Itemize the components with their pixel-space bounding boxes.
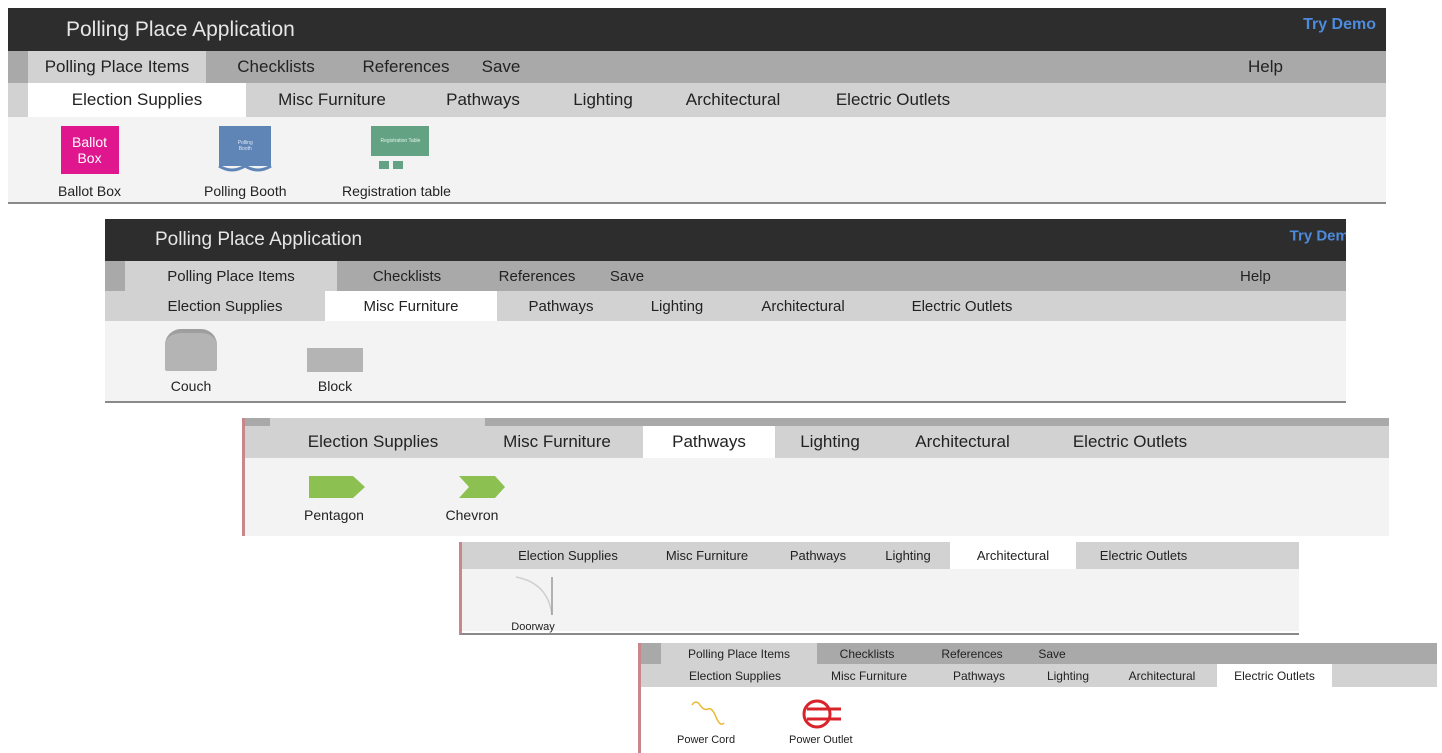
doorway-tool[interactable]: Doorway: [508, 575, 558, 633]
registration-table-label: Registration table: [342, 183, 451, 199]
panel-election-supplies: Polling Place Application Try Demo Polli…: [8, 8, 1386, 204]
polling-booth-label: Polling Booth: [204, 183, 287, 199]
power-outlet-tool[interactable]: Power Outlet: [789, 697, 853, 746]
tab-misc-furniture[interactable]: Misc Furniture: [809, 664, 929, 687]
doorway-icon: [515, 576, 553, 616]
tab-electric-outlets[interactable]: Electric Outlets: [808, 83, 978, 117]
menu-checklists[interactable]: Checklists: [817, 643, 917, 664]
power-outlet-label: Power Outlet: [789, 734, 853, 746]
tab-pathways[interactable]: Pathways: [643, 426, 775, 458]
couch-label: Couch: [170, 378, 212, 394]
pentagon-tool[interactable]: Pentagon: [301, 475, 367, 523]
item-palette: Doorway: [462, 569, 1299, 633]
tab-pathways[interactable]: Pathways: [497, 291, 625, 321]
item-palette: Couch Block: [105, 321, 1346, 401]
menu-checklists[interactable]: Checklists: [206, 51, 346, 83]
main-menu: Polling Place Items Checklists Reference…: [8, 51, 1386, 83]
sub-tabs: Election Supplies Misc Furniture Pathway…: [8, 83, 1386, 117]
tab-pathways[interactable]: Pathways: [418, 83, 548, 117]
item-palette: Ballot Box Ballot Box Polling Booth Poll…: [8, 117, 1386, 202]
tab-lighting[interactable]: Lighting: [775, 426, 885, 458]
block-label: Block: [317, 378, 353, 394]
app-title: Polling Place Application: [155, 229, 363, 250]
tab-election-supplies[interactable]: Election Supplies: [125, 291, 325, 321]
item-palette: Pentagon Chevron: [245, 458, 1389, 536]
tab-misc-furniture[interactable]: Misc Furniture: [471, 426, 643, 458]
block-icon: [307, 348, 363, 372]
tab-electric-outlets[interactable]: Electric Outlets: [1217, 664, 1332, 687]
tab-election-supplies[interactable]: Election Supplies: [275, 426, 471, 458]
chevron-icon: [459, 476, 505, 498]
menu-references[interactable]: References: [346, 51, 466, 83]
tab-lighting[interactable]: Lighting: [625, 291, 729, 321]
tab-electric-outlets[interactable]: Electric Outlets: [877, 291, 1047, 321]
couch-tool[interactable]: Couch: [165, 329, 217, 394]
app-title: Polling Place Application: [66, 17, 295, 41]
chevron-label: Chevron: [445, 507, 499, 523]
tab-election-supplies[interactable]: Election Supplies: [492, 542, 644, 569]
tab-lighting[interactable]: Lighting: [548, 83, 658, 117]
tab-misc-furniture[interactable]: Misc Furniture: [246, 83, 418, 117]
tab-lighting[interactable]: Lighting: [1029, 664, 1107, 687]
sub-tabs: Election Supplies Misc Furniture Pathway…: [105, 291, 1346, 321]
power-outlet-icon: [802, 699, 841, 729]
tab-lighting[interactable]: Lighting: [866, 542, 950, 569]
menu-references[interactable]: References: [917, 643, 1027, 664]
menu-checklists[interactable]: Checklists: [337, 261, 477, 291]
tab-election-supplies[interactable]: Election Supplies: [661, 664, 809, 687]
pentagon-icon: [309, 476, 365, 498]
menu-polling-place-items[interactable]: Polling Place Items: [28, 51, 206, 83]
menu-polling-place-items[interactable]: Polling Place Items: [125, 261, 337, 291]
tab-pathways[interactable]: Pathways: [929, 664, 1029, 687]
menu-help[interactable]: Help: [1240, 261, 1271, 291]
menu-save[interactable]: Save: [597, 261, 657, 291]
polling-booth-tool[interactable]: Polling Booth Polling Booth: [204, 126, 287, 199]
try-demo-link[interactable]: Try Demo: [1303, 16, 1376, 34]
tab-misc-furniture[interactable]: Misc Furniture: [325, 291, 497, 321]
power-cord-label: Power Cord: [677, 734, 736, 746]
panel-misc-furniture: Polling Place Application Try Demo Polli…: [105, 219, 1346, 403]
tab-architectural[interactable]: Architectural: [1107, 664, 1217, 687]
tab-architectural[interactable]: Architectural: [658, 83, 808, 117]
power-cord-tool[interactable]: Power Cord: [677, 697, 735, 746]
menu-save[interactable]: Save: [1027, 643, 1077, 664]
panel-architectural: Election Supplies Misc Furniture Pathway…: [459, 542, 1299, 635]
tab-architectural[interactable]: Architectural: [885, 426, 1040, 458]
sub-tabs: Election Supplies Misc Furniture Pathway…: [245, 426, 1389, 458]
chevron-tool[interactable]: Chevron: [439, 475, 505, 523]
tab-electric-outlets[interactable]: Electric Outlets: [1076, 542, 1211, 569]
ballot-box-tool[interactable]: Ballot Box Ballot Box: [58, 126, 121, 199]
sub-tabs: Election Supplies Misc Furniture Pathway…: [462, 542, 1299, 569]
panel-electric-outlets: Polling Place Items Checklists Reference…: [638, 643, 1437, 753]
tab-election-supplies[interactable]: Election Supplies: [28, 83, 246, 117]
tab-misc-furniture[interactable]: Misc Furniture: [644, 542, 770, 569]
pentagon-label: Pentagon: [304, 507, 364, 523]
polling-booth-icon: Polling Booth: [216, 126, 274, 174]
menu-polling-place-items[interactable]: Polling Place Items: [661, 643, 817, 664]
menu-references[interactable]: References: [477, 261, 597, 291]
title-bar: Polling Place Application Try Demo: [105, 219, 1346, 261]
menu-save[interactable]: Save: [466, 51, 536, 83]
try-demo-link[interactable]: Try Demo: [1290, 228, 1346, 245]
doorway-label: Doorway: [511, 621, 555, 633]
ballot-box-icon: Ballot Box: [60, 126, 119, 174]
tab-electric-outlets[interactable]: Electric Outlets: [1040, 426, 1220, 458]
menu-strip-remnant: [245, 418, 1389, 426]
sub-tabs: Election Supplies Misc Furniture Pathway…: [641, 664, 1437, 687]
tab-architectural[interactable]: Architectural: [950, 542, 1076, 569]
registration-table-icon: Registration Table: [361, 126, 431, 174]
panel-pathways: Election Supplies Misc Furniture Pathway…: [242, 418, 1389, 536]
registration-table-tool[interactable]: Registration Table Registration table: [342, 126, 451, 199]
title-bar: Polling Place Application Try Demo: [8, 8, 1386, 51]
tab-architectural[interactable]: Architectural: [729, 291, 877, 321]
menu-help[interactable]: Help: [1248, 51, 1283, 83]
main-menu: Polling Place Items Checklists Reference…: [105, 261, 1346, 291]
power-cord-icon: [691, 701, 725, 725]
main-menu: Polling Place Items Checklists Reference…: [641, 643, 1437, 664]
item-palette: Power Cord Power Outlet: [641, 687, 1437, 753]
couch-icon: [165, 329, 217, 371]
ballot-box-label: Ballot Box: [58, 183, 122, 199]
tab-pathways[interactable]: Pathways: [770, 542, 866, 569]
block-tool[interactable]: Block: [307, 348, 363, 394]
